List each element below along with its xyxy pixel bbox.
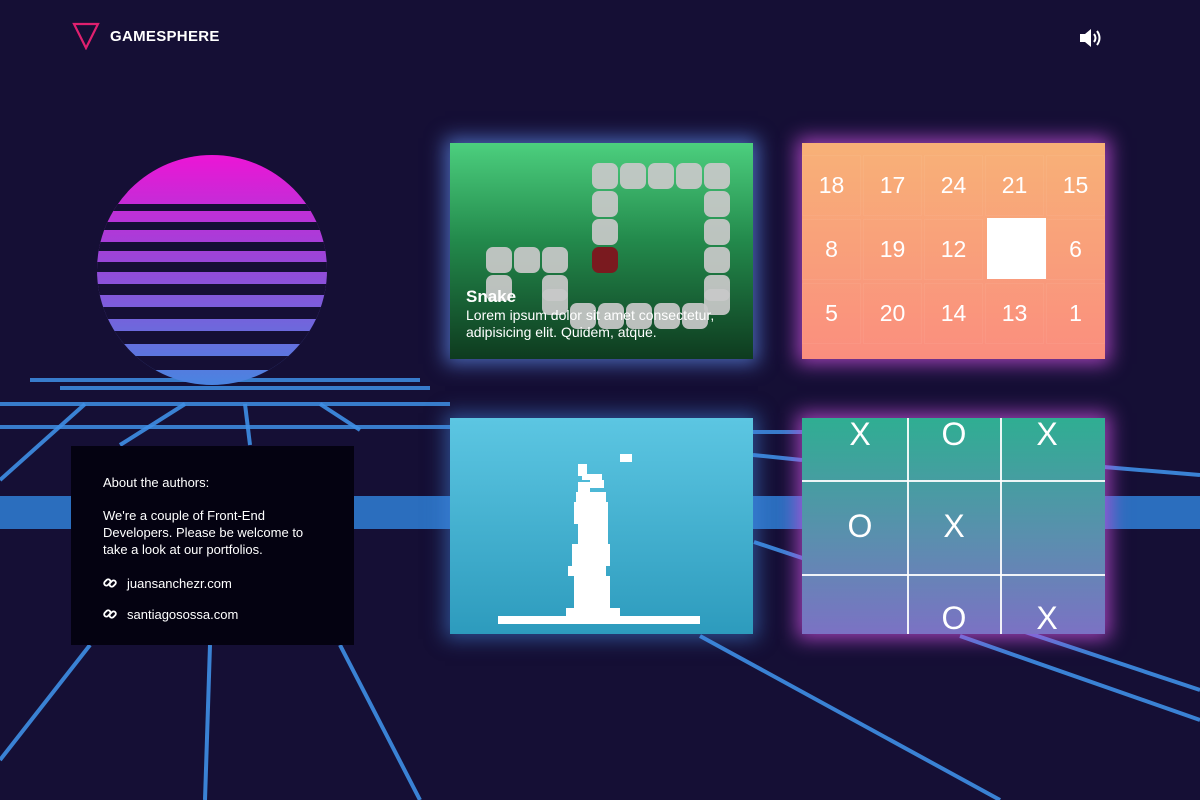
speaker-icon xyxy=(1080,29,1101,47)
game-card-tic-tac-toe[interactable]: XOXOXOX xyxy=(802,418,1105,634)
puzzle-tile[interactable]: 18 xyxy=(802,155,861,216)
puzzle-tile[interactable]: 1 xyxy=(1046,283,1105,344)
board-line xyxy=(802,574,1105,576)
snake-segment xyxy=(704,247,730,273)
snake-segment xyxy=(676,163,702,189)
puzzle-tile[interactable]: 19 xyxy=(863,219,922,280)
snake-segment xyxy=(620,163,646,189)
snake-segment xyxy=(648,163,674,189)
puzzle-tile[interactable]: 21 xyxy=(985,155,1044,216)
board-cell[interactable] xyxy=(814,600,906,634)
synthwave-background xyxy=(0,155,1200,800)
sun xyxy=(97,155,327,385)
snake-food xyxy=(592,247,618,273)
about-authors-panel: About the authors: We're a couple of Fro… xyxy=(71,446,354,645)
ground-platform xyxy=(498,616,700,624)
snake-segment xyxy=(542,247,568,273)
snake-segment xyxy=(514,247,540,273)
puzzle-tile[interactable]: 15 xyxy=(1046,155,1105,216)
board-cell[interactable]: X xyxy=(1001,418,1093,478)
link-icon xyxy=(103,578,117,588)
board-line xyxy=(802,480,1105,482)
puzzle-tile[interactable]: 17 xyxy=(863,155,922,216)
puzzle-tile[interactable]: 8 xyxy=(802,219,861,280)
snake-segment xyxy=(704,191,730,217)
puzzle-tile[interactable]: 5 xyxy=(802,283,861,344)
puzzle-tile[interactable]: 13 xyxy=(985,283,1044,344)
board-cell[interactable]: O xyxy=(814,508,906,570)
floating-block xyxy=(620,454,632,462)
snake-info: Snake Lorem ipsum dolor sit amet consect… xyxy=(466,287,741,341)
sound-toggle-button[interactable] xyxy=(1078,26,1104,50)
puzzle-empty-slot xyxy=(987,218,1046,279)
app-name: GAMESPHERE xyxy=(110,27,220,45)
portfolio-link-santiago[interactable]: santiagosossa.com xyxy=(103,603,322,625)
link-label: juansanchezr.com xyxy=(127,575,232,591)
game-card-snake[interactable]: Snake Lorem ipsum dolor sit amet consect… xyxy=(450,143,753,359)
puzzle-tile[interactable]: 20 xyxy=(863,283,922,344)
snake-segment xyxy=(592,219,618,245)
about-title: About the authors: xyxy=(103,475,210,490)
snake-segment xyxy=(592,191,618,217)
board-cell[interactable]: X xyxy=(1001,600,1093,634)
board-cell[interactable] xyxy=(1001,508,1093,570)
pixel-tower xyxy=(566,464,620,616)
game-description: Lorem ipsum dolor sit amet consectetur, … xyxy=(466,307,715,340)
about-text: We're a couple of Front-End Developers. … xyxy=(103,508,304,557)
game-title: Snake xyxy=(466,287,517,306)
snake-segment xyxy=(486,247,512,273)
puzzle-tile[interactable]: 14 xyxy=(924,283,983,344)
game-card-sliding-puzzle[interactable]: 18 17 24 21 15 8 19 12 6 5 20 14 13 1 xyxy=(802,143,1105,359)
logo[interactable]: GAMESPHERE xyxy=(72,22,220,50)
board-cell[interactable]: X xyxy=(908,508,1000,570)
game-card-jump[interactable] xyxy=(450,418,753,634)
link-icon xyxy=(103,609,117,619)
board-cell[interactable]: O xyxy=(908,418,1000,478)
triangle-down-icon xyxy=(72,22,100,50)
puzzle-tile[interactable]: 6 xyxy=(1046,219,1105,280)
board-cell[interactable]: O xyxy=(908,600,1000,634)
snake-segment xyxy=(592,163,618,189)
puzzle-tile[interactable]: 12 xyxy=(924,219,983,280)
snake-segment xyxy=(704,163,730,189)
board-cell[interactable]: X xyxy=(814,418,906,478)
link-label: santiagosossa.com xyxy=(127,606,239,622)
jump-game-scene xyxy=(498,454,700,624)
portfolio-link-juan[interactable]: juansanchezr.com xyxy=(103,572,322,594)
puzzle-tile[interactable]: 24 xyxy=(924,155,983,216)
snake-segment xyxy=(704,219,730,245)
